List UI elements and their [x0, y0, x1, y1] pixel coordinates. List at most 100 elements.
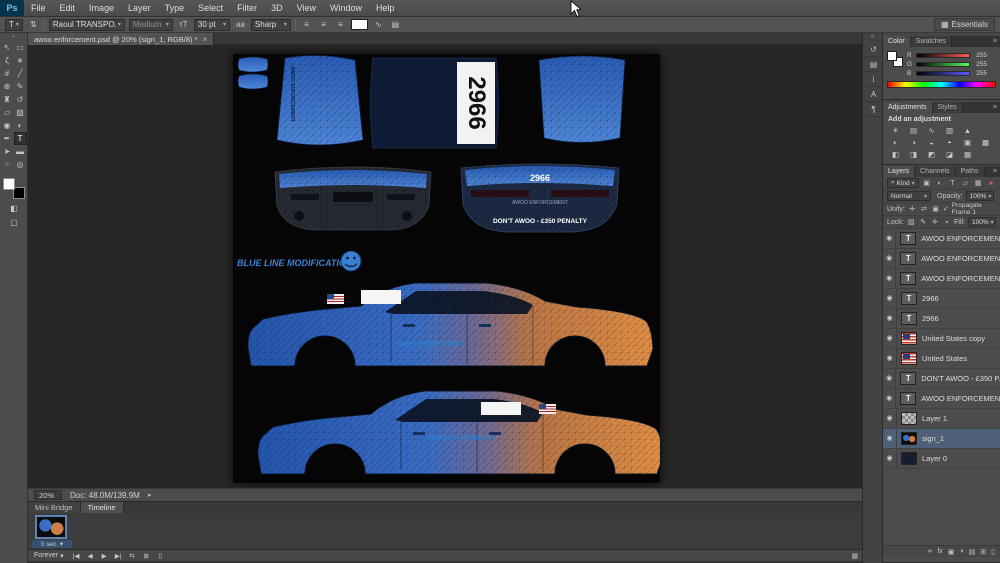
- paragraph-panel-button[interactable]: ¶: [863, 102, 884, 117]
- quick-mask-button[interactable]: ◧: [0, 204, 28, 213]
- tab-color[interactable]: Color: [883, 36, 911, 47]
- layer-row[interactable]: ◉ United States: [883, 349, 1000, 369]
- text-layer-thumbnail[interactable]: T: [901, 292, 917, 305]
- warp-text-button[interactable]: ∿: [372, 18, 385, 31]
- blue-value[interactable]: 255: [973, 70, 987, 77]
- layer-mask-icon[interactable]: ▣: [948, 548, 955, 556]
- tool-hand[interactable]: ☞: [1, 158, 14, 171]
- visibility-eye-icon[interactable]: ◉: [883, 429, 897, 448]
- status-options-icon[interactable]: ▸: [148, 491, 152, 499]
- layer-row[interactable]: ◉ T 2966: [883, 309, 1000, 329]
- photo-filter-icon[interactable]: ◓: [941, 136, 958, 148]
- tool-dodge[interactable]: ◐: [14, 119, 27, 132]
- menu-select[interactable]: Select: [191, 0, 230, 16]
- hue-saturation-icon[interactable]: ◐: [887, 136, 904, 148]
- levels-icon[interactable]: ▤: [905, 124, 922, 136]
- filter-toggle-icon[interactable]: ●: [986, 180, 996, 187]
- black-white-icon[interactable]: ◒: [923, 136, 940, 148]
- filter-kind-select[interactable]: ⌕ Kind ▾: [887, 178, 919, 188]
- screen-mode-button[interactable]: ▢: [0, 218, 28, 227]
- tool-pen[interactable]: ✒: [1, 132, 14, 145]
- align-center-button[interactable]: ≡: [317, 18, 330, 31]
- font-style-select[interactable]: Medium ▾: [128, 18, 173, 31]
- tool-rectangle[interactable]: ▬: [14, 145, 27, 158]
- panel-menu-icon[interactable]: ≡: [990, 36, 1000, 47]
- expand-dock-button[interactable]: «: [863, 33, 882, 42]
- visibility-eye-icon[interactable]: ◉: [883, 389, 897, 408]
- red-value[interactable]: 255: [973, 52, 987, 59]
- tool-move[interactable]: ↖: [1, 41, 14, 54]
- lock-position-icon[interactable]: ✛: [930, 218, 939, 226]
- lock-pixels-icon[interactable]: ✎: [919, 218, 928, 226]
- filter-type-icon[interactable]: T: [947, 180, 957, 187]
- filter-smart-icon[interactable]: ▦: [973, 179, 983, 187]
- menu-view[interactable]: View: [290, 0, 323, 16]
- visibility-eye-icon[interactable]: ◉: [883, 309, 897, 328]
- layer-row[interactable]: ◉ Layer 0: [883, 449, 1000, 469]
- layer-name[interactable]: United States: [922, 354, 967, 363]
- layer-name[interactable]: AWOO ENFORCEMENT: [921, 274, 1000, 283]
- layer-row[interactable]: ◉ T AWOO ENFORCEMENT: [883, 389, 1000, 409]
- gradient-map-icon[interactable]: ◪: [941, 148, 958, 160]
- tool-history-brush[interactable]: ↺: [14, 93, 27, 106]
- text-color-swatch[interactable]: [350, 19, 368, 30]
- tool-lasso[interactable]: ζ: [1, 54, 14, 67]
- fill-select[interactable]: 100% ▾: [968, 217, 996, 227]
- vibrance-icon[interactable]: ▲: [959, 124, 976, 136]
- color-balance-icon[interactable]: ◑: [905, 136, 922, 148]
- tool-clone-stamp[interactable]: ♜: [1, 93, 14, 106]
- tool-horizontal-type[interactable]: T: [13, 132, 27, 145]
- image-layer-thumbnail[interactable]: [901, 332, 917, 345]
- foreground-color-swatch[interactable]: [2, 178, 15, 190]
- lock-all-icon[interactable]: ▪: [942, 219, 951, 226]
- posterize-icon[interactable]: ◨: [905, 148, 922, 160]
- filter-adjustment-icon[interactable]: ◐: [935, 180, 945, 187]
- visibility-eye-icon[interactable]: ◉: [883, 369, 897, 388]
- menu-help[interactable]: Help: [369, 0, 402, 16]
- tool-blur[interactable]: ◉: [1, 119, 14, 132]
- image-layer-thumbnail[interactable]: [901, 412, 917, 425]
- menu-filter[interactable]: Filter: [230, 0, 264, 16]
- tool-rectangular-marquee[interactable]: ▭: [14, 41, 27, 54]
- layer-name[interactable]: Layer 0: [922, 454, 947, 463]
- invert-icon[interactable]: ◧: [887, 148, 904, 160]
- brightness-contrast-icon[interactable]: ☀: [887, 124, 904, 136]
- text-layer-thumbnail[interactable]: T: [900, 252, 917, 265]
- play-button[interactable]: ▶: [99, 551, 110, 560]
- selective-color-icon[interactable]: ▦: [959, 148, 976, 160]
- layer-name[interactable]: Layer 1: [922, 414, 947, 423]
- font-family-select[interactable]: Raoul TRANSPO... ▾: [48, 18, 125, 31]
- layer-name[interactable]: sign_1: [922, 434, 944, 443]
- first-frame-button[interactable]: |◀: [71, 551, 82, 560]
- visibility-eye-icon[interactable]: ◉: [883, 269, 897, 288]
- menu-layer[interactable]: Layer: [121, 0, 158, 16]
- frame-duration-select[interactable]: 0 sec. ▾: [32, 540, 72, 548]
- tool-zoom[interactable]: ◎: [14, 158, 27, 171]
- tool-path-selection[interactable]: ➤: [1, 145, 14, 158]
- filter-shape-icon[interactable]: ▱: [960, 179, 970, 187]
- text-layer-thumbnail[interactable]: T: [900, 392, 917, 405]
- properties-panel-button[interactable]: ▤: [863, 57, 884, 72]
- color-spectrum-bar[interactable]: [887, 81, 996, 88]
- visibility-eye-icon[interactable]: ◉: [883, 449, 897, 468]
- tool-eraser[interactable]: ▱: [1, 106, 14, 119]
- visibility-eye-icon[interactable]: ◉: [883, 289, 897, 308]
- menu-3d[interactable]: 3D: [264, 0, 290, 16]
- layer-row[interactable]: ◉ T AWOO ENFORCEMENT: [883, 269, 1000, 289]
- history-panel-button[interactable]: ↺: [863, 42, 884, 57]
- tool-eyedropper[interactable]: ╱: [14, 67, 27, 80]
- layer-row-selected[interactable]: ◉ sign_1: [883, 429, 1000, 449]
- visibility-eye-icon[interactable]: ◉: [883, 329, 897, 348]
- lock-transparency-icon[interactable]: ▨: [907, 218, 916, 226]
- image-layer-thumbnail[interactable]: [901, 452, 917, 465]
- tool-quick-selection[interactable]: ∗: [14, 54, 27, 67]
- propagate-checkbox[interactable]: ✓: [943, 205, 949, 213]
- tool-brush[interactable]: ✎: [14, 80, 27, 93]
- threshold-icon[interactable]: ◩: [923, 148, 940, 160]
- panel-menu-icon[interactable]: ≡: [990, 102, 1000, 113]
- image-layer-thumbnail[interactable]: [901, 352, 917, 365]
- layer-name[interactable]: AWOO ENFORCEMENT: [921, 394, 1000, 403]
- panel-menu-icon[interactable]: ≡: [990, 166, 1000, 177]
- font-size-select[interactable]: 30 pt ▾: [193, 18, 230, 31]
- align-right-button[interactable]: ≡: [334, 18, 347, 31]
